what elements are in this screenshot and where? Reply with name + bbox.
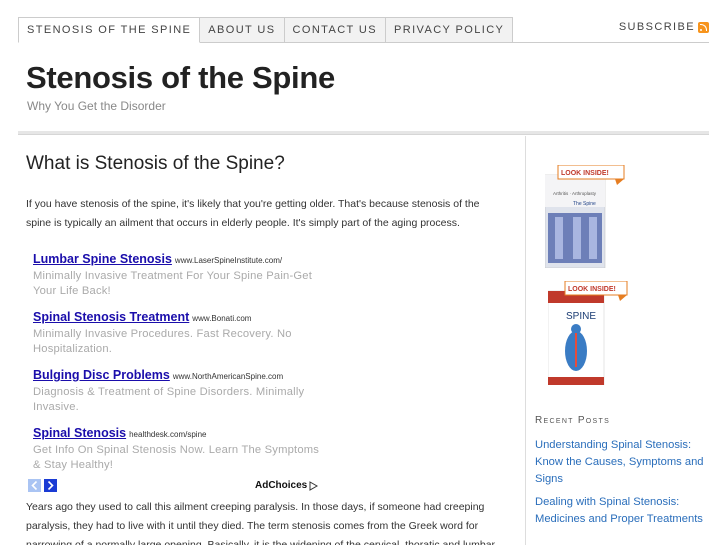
nav-tabs: STENOSIS OF THE SPINE ABOUT US CONTACT U… — [18, 17, 514, 43]
ad-title-link[interactable]: Lumbar Spine Stenosis — [33, 252, 172, 266]
tab-about-us[interactable]: ABOUT US — [200, 17, 285, 43]
ad-url[interactable]: healthdesk.com/spine — [129, 430, 206, 439]
rss-icon — [698, 21, 709, 33]
post-body: Years ago they used to call this ailment… — [26, 501, 496, 545]
site-description: Why You Get the Disorder — [27, 99, 166, 113]
recent-post-link[interactable]: Understanding Spinal Stenosis: Know the … — [535, 437, 705, 488]
site-title[interactable]: Stenosis of the Spine — [26, 60, 335, 96]
book1-title: The Spine — [573, 201, 596, 207]
tab-privacy-policy[interactable]: PRIVACY POLICY — [386, 17, 514, 43]
ad-description: Diagnosis & Treatment of Spine Disorders… — [33, 386, 305, 413]
book-cover-spine: LOOK INSIDE! SPINE — [547, 280, 628, 386]
ad-description: Minimally Invasive Treatment For Your Sp… — [33, 270, 313, 297]
ad-block: Lumbar Spine Stenosis www.LaserSpineInsti… — [33, 250, 323, 482]
book2-badge: LOOK INSIDE! — [568, 286, 616, 293]
adchoices-icon — [309, 480, 319, 491]
ad-url[interactable]: www.NorthAmericanSpine.com — [173, 372, 283, 381]
ad-next-button[interactable] — [44, 479, 57, 492]
subscribe-link[interactable]: SUBSCRIBE — [619, 21, 709, 33]
post-intro: If you have stenosis of the spine, it's … — [26, 198, 480, 229]
ad-prev-button[interactable] — [28, 479, 41, 492]
ad-title-link[interactable]: Spinal Stenosis — [33, 426, 126, 440]
ad-item: Bulging Disc Problems www.NorthAmericanSp… — [33, 366, 323, 415]
ad-title-link[interactable]: Spinal Stenosis Treatment — [33, 310, 189, 324]
recent-posts-heading: Recent Posts — [535, 415, 611, 426]
recent-posts-list: Understanding Spinal Stenosis: Know the … — [535, 437, 705, 534]
ad-description: Get Info On Spinal Stenosis Now. Learn T… — [33, 444, 320, 471]
ad-url[interactable]: www.Bonati.com — [192, 314, 251, 323]
ad-url[interactable]: www.LaserSpineInstitute.com/ — [175, 256, 282, 265]
top-navigation: STENOSIS OF THE SPINE ABOUT US CONTACT U… — [18, 17, 709, 43]
ad-item: Lumbar Spine Stenosis www.LaserSpineInsti… — [33, 250, 323, 299]
ad-item: Spinal Stenosis healthdesk.com/spine Get … — [33, 424, 323, 473]
tab-contact-us[interactable]: CONTACT US — [284, 17, 387, 43]
book2-title: SPINE — [566, 311, 596, 322]
adchoices-link[interactable]: AdChoices — [255, 480, 319, 491]
recent-post-link[interactable]: Dealing with Spinal Stenosis: Medicines … — [535, 494, 705, 528]
ad-title-link[interactable]: Bulging Disc Problems — [33, 368, 170, 382]
tab-home[interactable]: STENOSIS OF THE SPINE — [18, 17, 201, 43]
book1-subtitle: Arthritis · Arthroplasty — [553, 191, 597, 196]
book1-badge: LOOK INSIDE! — [561, 170, 609, 177]
ad-item: Spinal Stenosis Treatment www.Bonati.com … — [33, 308, 323, 357]
ad-description: Minimally Invasive Procedures. Fast Reco… — [33, 328, 292, 355]
subscribe-label: SUBSCRIBE — [618, 21, 695, 33]
header-divider — [18, 131, 709, 135]
book-ad-the-spine[interactable]: LOOK INSIDE! Arthritis · Arthroplasty Th… — [544, 164, 625, 273]
book-cover-the-spine: LOOK INSIDE! Arthritis · Arthroplasty Th… — [544, 164, 625, 269]
book-ad-spine[interactable]: LOOK INSIDE! SPINE — [547, 280, 628, 390]
chevron-left-icon — [31, 481, 38, 490]
main-content: What is Stenosis of the Spine? If you ha… — [18, 136, 526, 545]
ad-navigation — [28, 479, 57, 492]
chevron-right-icon — [47, 481, 54, 490]
adchoices-label: AdChoices — [255, 480, 308, 491]
post-title: What is Stenosis of the Spine? — [26, 153, 285, 174]
